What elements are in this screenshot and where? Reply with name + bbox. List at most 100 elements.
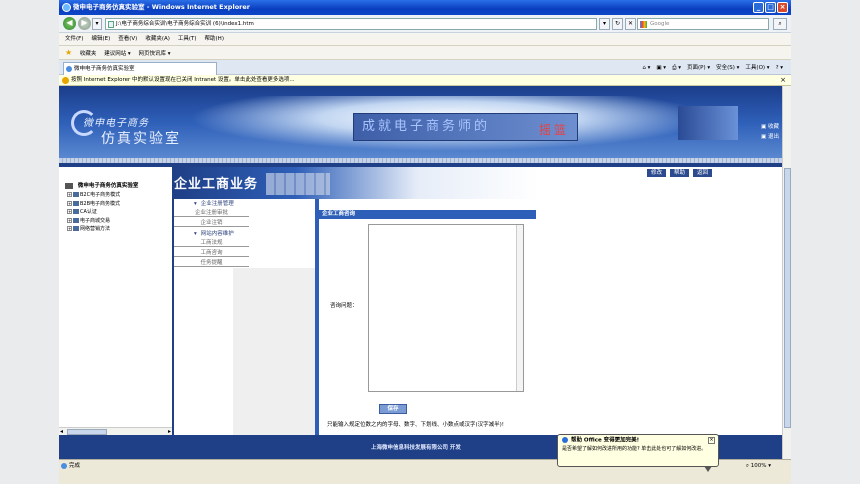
zoom-control[interactable]: ⌕ 100% ▾ <box>746 460 771 472</box>
command-tools[interactable]: 工具(O) ▾ <box>745 63 769 73</box>
submenu-item-approval[interactable]: 企业注册审批 <box>174 208 249 217</box>
favorites-star-icon[interactable]: ★ <box>65 48 72 57</box>
browser-window: 微申电子商务仿真实验室 - Windows Internet Explorer … <box>59 0 791 484</box>
popup-close-icon[interactable]: × <box>708 437 715 444</box>
sidebar-item-label: CA认证 <box>80 209 97 215</box>
site-banner: 微申电子商务 仿真实验室 成就电子商务师的 摇篮 ▣ 收藏 ▣ 退出 <box>59 86 782 158</box>
info-icon <box>562 437 568 443</box>
information-bar[interactable]: 按照 Internet Explorer 中的默认设置现在已关闭 Intrane… <box>59 75 791 86</box>
sidebar-item-label: 网络营销方法 <box>80 226 111 232</box>
help-button[interactable]: 帮助 <box>669 168 691 178</box>
expand-icon[interactable]: + <box>67 209 72 214</box>
help-icon[interactable]: ? ▾ <box>776 63 783 73</box>
submenu-item-cancel[interactable]: 企业注销 <box>174 218 249 227</box>
command-safety[interactable]: 安全(S) ▾ <box>716 63 739 73</box>
zoom-value: 100% <box>750 463 767 469</box>
menu-tools[interactable]: 工具(T) <box>178 33 197 45</box>
module-icon <box>73 226 79 231</box>
footer-text: 上海微申信息科技发展有限公司 开发 <box>371 445 461 451</box>
banner-slogan: 成就电子商务师的 摇篮 <box>353 113 578 141</box>
page-scrollbar-thumb[interactable] <box>784 168 791 428</box>
module-icon <box>73 192 79 197</box>
back-link-button[interactable]: 返回 <box>692 168 714 178</box>
back-button[interactable]: ◀ <box>63 17 76 30</box>
sidebar-item-b2b[interactable]: + B2B电子商务模式 <box>67 200 120 209</box>
command-page[interactable]: 页面(P) ▾ <box>687 63 710 73</box>
header-buttons: 修改 帮助 返回 <box>646 168 714 178</box>
close-button[interactable]: × <box>777 2 788 13</box>
search-icon[interactable]: ⌕ <box>773 18 787 30</box>
feeds-icon[interactable]: ▣ ▾ <box>656 63 666 73</box>
bookmark-link[interactable]: ▣ 收藏 <box>761 122 779 132</box>
module-icon <box>73 200 79 206</box>
sidebar-item-label: B2B电子商务模式 <box>80 200 121 207</box>
information-bar-close-icon[interactable]: × <box>780 75 786 86</box>
submenu-item-reminder[interactable]: 任务提醒 <box>174 258 249 267</box>
print-icon[interactable]: ⎙ ▾ <box>672 63 681 73</box>
menu-edit[interactable]: 编辑(E) <box>91 33 110 45</box>
submenu-group-site[interactable]: 网站内容维护 <box>194 229 234 237</box>
textarea-scrollbar[interactable] <box>516 225 523 391</box>
scroll-right-icon[interactable]: ▸ <box>168 428 171 435</box>
sidebar-tree: + B2C电子商务模式 + B2B电子商务模式 + CA认证 + 电子商城交易 + 网络营… <box>67 191 120 234</box>
maximize-button[interactable]: □ <box>765 2 776 13</box>
sidebar-item-label: B2C电子商务模式 <box>80 192 121 198</box>
refresh-icon[interactable]: ↻ <box>612 18 623 30</box>
google-icon <box>640 21 647 28</box>
submenu-item-regulations[interactable]: 工商法规 <box>174 238 249 247</box>
menu-help[interactable]: 帮助(H) <box>205 33 224 45</box>
scroll-left-icon[interactable]: ◂ <box>60 428 63 435</box>
expand-icon[interactable]: + <box>67 200 72 206</box>
favorites-item-suggested[interactable]: 建议网站 ▾ <box>104 51 131 57</box>
favorites-label[interactable]: 收藏夹 <box>80 51 97 57</box>
modify-button[interactable]: 修改 <box>646 168 668 178</box>
question-textarea[interactable] <box>368 224 524 392</box>
sidebar: 微申电子商务仿真实验室 + B2C电子商务模式 + B2B电子商务模式 + CA认证 … <box>59 167 172 459</box>
favorites-item-webslice[interactable]: 网页快讯库 ▾ <box>138 51 170 57</box>
popup-title-row: 帮助 Office 变得更加完美! <box>562 437 714 444</box>
warning-icon <box>62 77 69 84</box>
consult-form: 企业工商咨询 咨询问题： 保存 只能输入规定位数之内的字母、数字、下划线、小数点… <box>319 210 536 435</box>
tab-main[interactable]: 微申电子商务仿真实验室 <box>63 62 217 75</box>
sidebar-item-ca[interactable]: + CA认证 <box>67 208 120 217</box>
page-vertical-scrollbar[interactable] <box>782 86 791 459</box>
address-field[interactable]: J:\电子商务综合实训\电子商务综合实训 (6)\index1.htm <box>105 18 597 30</box>
sidebar-item-b2c[interactable]: + B2C电子商务模式 <box>67 191 120 200</box>
sidebar-item-marketing[interactable]: + 网络营销方法 <box>67 225 120 234</box>
form-section-title: 企业工商咨询 <box>319 210 536 219</box>
submenu-background <box>233 268 315 435</box>
page-content: 微申电子商务 仿真实验室 成就电子商务师的 摇篮 ▣ 收藏 ▣ 退出 微申电子商… <box>59 86 782 459</box>
expand-icon[interactable]: + <box>67 192 72 197</box>
submenu-item-consult[interactable]: 工商咨询 <box>174 248 249 257</box>
address-dropdown[interactable]: ▾ <box>599 18 610 30</box>
sidebar-item-mall[interactable]: + 电子商城交易 <box>67 217 120 226</box>
sidebar-root[interactable]: 微申电子商务仿真实验室 <box>65 181 138 189</box>
submenu-group-registration[interactable]: 企业注册管理 <box>194 199 234 207</box>
popup-tail <box>704 466 712 472</box>
forward-button[interactable]: ▶ <box>78 17 91 30</box>
popup-title: 帮助 Office 变得更加完美! <box>571 437 640 444</box>
exit-link[interactable]: ▣ 退出 <box>761 132 779 142</box>
address-text: J:\电子商务综合实训\电子商务综合实训 (6)\index1.htm <box>116 21 254 27</box>
address-bar: ◀ ▶ ▾ J:\电子商务综合实训\电子商务综合实训 (6)\index1.ht… <box>59 15 791 33</box>
office-help-popup[interactable]: 帮助 Office 变得更加完美! 是否希望了解如何改进所用的功能? 单击此处也… <box>557 434 719 472</box>
menu-favorites[interactable]: 收藏夹(A) <box>145 33 170 45</box>
stop-icon[interactable]: ✕ <box>625 18 636 30</box>
banner-graphic <box>678 106 738 140</box>
minimize-button[interactable]: _ <box>753 2 764 13</box>
menu-file[interactable]: 文件(F) <box>65 33 83 45</box>
bookmark-link-label: 收藏 <box>767 124 779 130</box>
history-dropdown[interactable]: ▾ <box>92 18 102 30</box>
expand-icon[interactable]: + <box>67 226 72 231</box>
home-icon[interactable]: ⌂ ▾ <box>642 63 650 73</box>
expand-icon[interactable]: + <box>67 217 72 223</box>
save-button[interactable]: 保存 <box>379 404 407 414</box>
command-bar: ⌂ ▾ ▣ ▾ ⎙ ▾ 页面(P) ▾ 安全(S) ▾ 工具(O) ▾ ? ▾ <box>642 63 783 73</box>
menu-view[interactable]: 查看(V) <box>118 33 137 45</box>
favorites-bar: ★ 收藏夹 建议网站 ▾ 网页快讯库 ▾ <box>59 46 791 60</box>
sidebar-horizontal-scrollbar[interactable]: ◂ ▸ <box>59 427 172 435</box>
information-bar-text: 按照 Internet Explorer 中的默认设置现在已关闭 Intrane… <box>71 77 295 83</box>
search-input[interactable]: Google <box>637 18 769 30</box>
module-title: 企业工商业务 <box>174 177 259 192</box>
slogan-stamp: 摇篮 <box>538 123 569 137</box>
